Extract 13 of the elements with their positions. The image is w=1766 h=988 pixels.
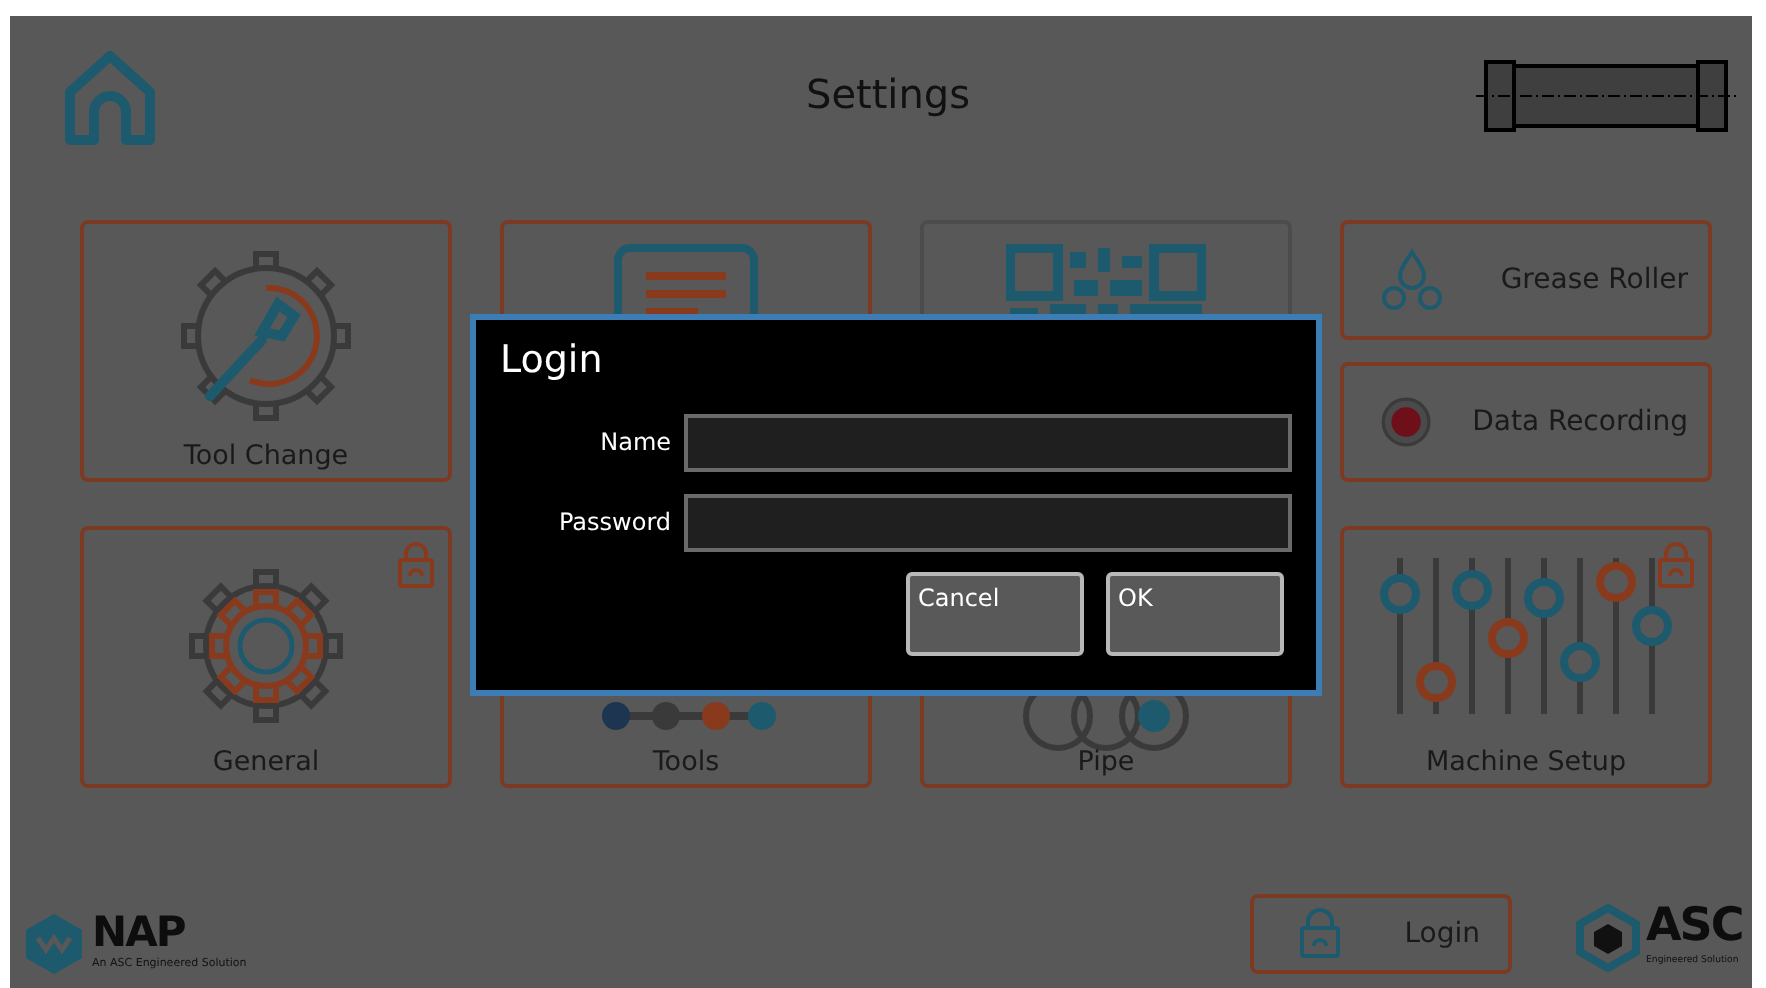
tile-label: Grease Roller: [1500, 261, 1688, 299]
tile-label: Data Recording: [1472, 403, 1688, 441]
field-label: Password: [556, 506, 672, 540]
page-title: Settings: [806, 68, 971, 122]
tile-label: Machine Setup: [1423, 743, 1629, 782]
tile-label: Tools: [650, 743, 722, 782]
brand-name: NAP: [92, 912, 187, 954]
tile-label: Tool Change: [181, 437, 351, 476]
brand-name: ASC: [1646, 904, 1743, 950]
field-label: Name: [598, 426, 672, 460]
dialog-title: Login: [500, 336, 605, 386]
tile-label: General: [210, 743, 322, 782]
tile-label: Pipe: [1075, 743, 1137, 782]
